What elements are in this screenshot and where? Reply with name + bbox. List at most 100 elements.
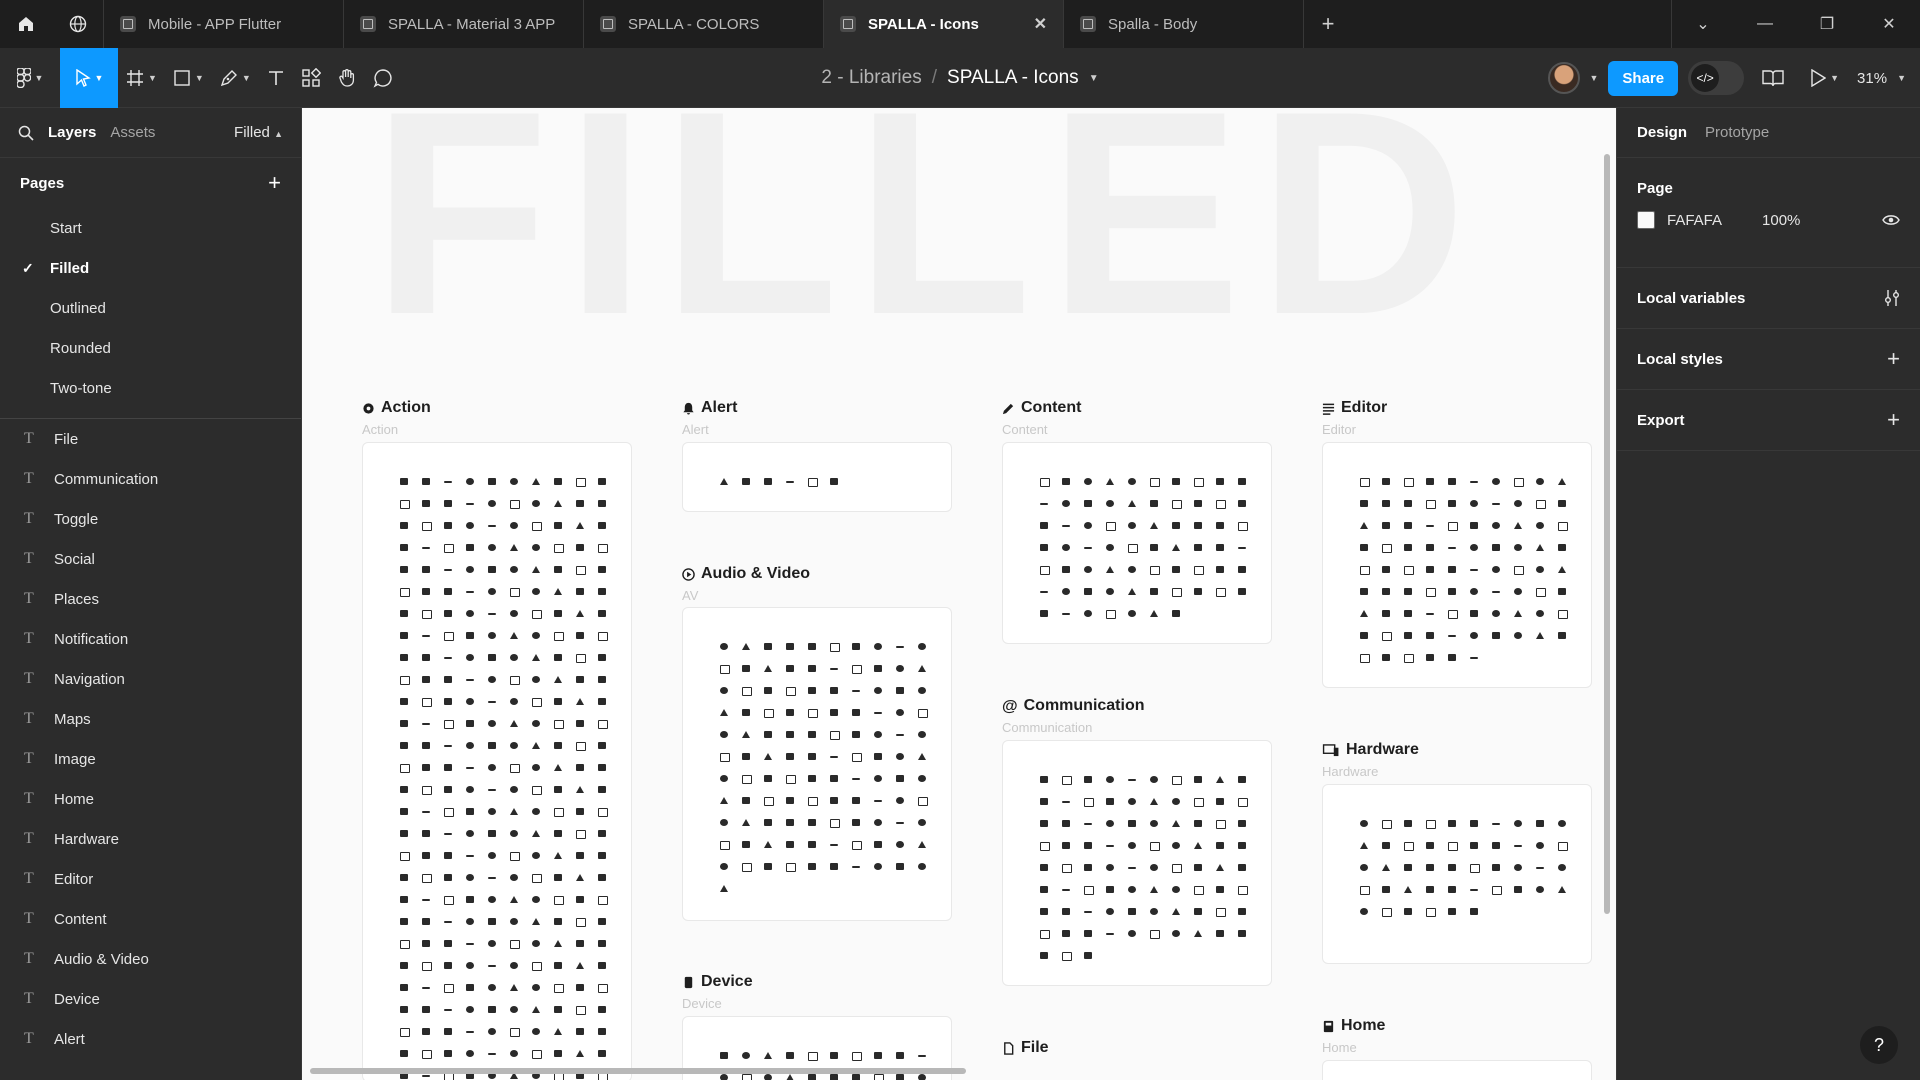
icon-glyph[interactable] (481, 713, 503, 735)
icon-glyph[interactable] (911, 702, 933, 724)
icon-glyph[interactable] (1529, 625, 1551, 647)
layer-item[interactable]: T Social (0, 539, 301, 579)
icon-glyph[interactable] (1077, 581, 1099, 603)
icon-glyph[interactable] (1529, 471, 1551, 493)
tab-assets[interactable]: Assets (110, 124, 155, 141)
icon-glyph[interactable] (481, 493, 503, 515)
icon-glyph[interactable] (1143, 879, 1165, 901)
icon-glyph[interactable] (547, 867, 569, 889)
icon-glyph[interactable] (1077, 515, 1099, 537)
restore-button[interactable]: ❐ (1796, 0, 1858, 48)
icon-glyph[interactable] (459, 713, 481, 735)
icon-glyph[interactable] (437, 779, 459, 801)
icon-glyph[interactable] (735, 1045, 757, 1067)
icon-glyph[interactable] (779, 636, 801, 658)
icon-glyph[interactable] (525, 779, 547, 801)
icon-glyph[interactable] (1397, 493, 1419, 515)
icon-glyph[interactable] (1463, 559, 1485, 581)
icon-glyph[interactable] (393, 669, 415, 691)
icon-glyph[interactable] (415, 625, 437, 647)
icon-glyph[interactable] (437, 647, 459, 669)
icon-glyph[interactable] (525, 933, 547, 955)
icon-glyph[interactable] (1353, 603, 1375, 625)
community-tab[interactable] (52, 0, 104, 48)
icon-glyph[interactable] (713, 790, 735, 812)
icon-glyph[interactable] (547, 603, 569, 625)
icon-glyph[interactable] (1529, 879, 1551, 901)
icon-glyph[interactable] (1441, 493, 1463, 515)
icon-glyph[interactable] (1375, 493, 1397, 515)
icon-glyph[interactable] (1209, 515, 1231, 537)
icon-glyph[interactable] (1033, 835, 1055, 857)
icon-glyph[interactable] (1485, 493, 1507, 515)
icon-glyph[interactable] (1419, 581, 1441, 603)
icon-glyph[interactable] (801, 471, 823, 493)
icon-glyph[interactable] (1099, 791, 1121, 813)
icon-glyph[interactable] (591, 669, 613, 691)
icon-glyph[interactable] (437, 889, 459, 911)
icon-glyph[interactable] (1055, 901, 1077, 923)
icon-glyph[interactable] (1463, 581, 1485, 603)
icon-glyph[interactable] (1209, 901, 1231, 923)
tabs-dropdown-icon[interactable]: ⌄ (1672, 0, 1734, 48)
icon-glyph[interactable] (845, 856, 867, 878)
icon-glyph[interactable] (1143, 857, 1165, 879)
export-row[interactable]: Export + (1617, 390, 1920, 451)
icon-glyph[interactable] (591, 1043, 613, 1065)
icon-glyph[interactable] (569, 493, 591, 515)
icon-glyph[interactable] (525, 845, 547, 867)
icon-glyph[interactable] (547, 471, 569, 493)
icon-glyph[interactable] (1187, 835, 1209, 857)
icon-glyph[interactable] (889, 724, 911, 746)
icon-glyph[interactable] (415, 867, 437, 889)
icon-glyph[interactable] (459, 669, 481, 691)
icon-glyph[interactable] (1121, 515, 1143, 537)
icon-glyph[interactable] (801, 812, 823, 834)
icon-glyph[interactable] (1165, 471, 1187, 493)
icon-glyph[interactable] (713, 812, 735, 834)
icon-glyph[interactable] (459, 933, 481, 955)
icon-glyph[interactable] (437, 471, 459, 493)
icon-glyph[interactable] (503, 603, 525, 625)
icon-glyph[interactable] (867, 1045, 889, 1067)
icon-glyph[interactable] (1099, 493, 1121, 515)
icon-glyph[interactable] (911, 812, 933, 834)
icon-glyph[interactable] (459, 911, 481, 933)
icon-glyph[interactable] (1353, 581, 1375, 603)
tab-design[interactable]: Design (1637, 124, 1687, 141)
icon-glyph[interactable] (503, 669, 525, 691)
icon-glyph[interactable] (1397, 835, 1419, 857)
icon-glyph[interactable] (1397, 537, 1419, 559)
icon-glyph[interactable] (1463, 647, 1485, 669)
icon-glyph[interactable] (591, 581, 613, 603)
icon-glyph[interactable] (867, 724, 889, 746)
icon-glyph[interactable] (503, 735, 525, 757)
icon-glyph[interactable] (393, 713, 415, 735)
icon-glyph[interactable] (503, 845, 525, 867)
icon-glyph[interactable] (1551, 471, 1573, 493)
icon-glyph[interactable] (481, 669, 503, 691)
icon-glyph[interactable] (393, 757, 415, 779)
icon-glyph[interactable] (459, 1021, 481, 1043)
icon-glyph[interactable] (1353, 537, 1375, 559)
icon-glyph[interactable] (459, 801, 481, 823)
icon-glyph[interactable] (1441, 879, 1463, 901)
vertical-scrollbar[interactable] (1604, 154, 1610, 914)
icon-glyph[interactable] (1209, 813, 1231, 835)
icon-glyph[interactable] (1231, 493, 1253, 515)
icon-glyph[interactable] (481, 691, 503, 713)
icon-glyph[interactable] (735, 471, 757, 493)
icon-glyph[interactable] (459, 493, 481, 515)
icon-glyph[interactable] (823, 658, 845, 680)
icon-glyph[interactable] (591, 691, 613, 713)
icon-glyph[interactable] (1375, 537, 1397, 559)
icon-glyph[interactable] (481, 625, 503, 647)
icon-glyph[interactable] (1353, 647, 1375, 669)
icon-glyph[interactable] (1033, 603, 1055, 625)
icon-glyph[interactable] (1077, 471, 1099, 493)
share-button[interactable]: Share (1608, 60, 1679, 96)
icon-glyph[interactable] (525, 823, 547, 845)
icon-glyph[interactable] (591, 779, 613, 801)
icon-glyph[interactable] (1397, 813, 1419, 835)
page-color-value[interactable]: FAFAFA (1667, 212, 1722, 229)
